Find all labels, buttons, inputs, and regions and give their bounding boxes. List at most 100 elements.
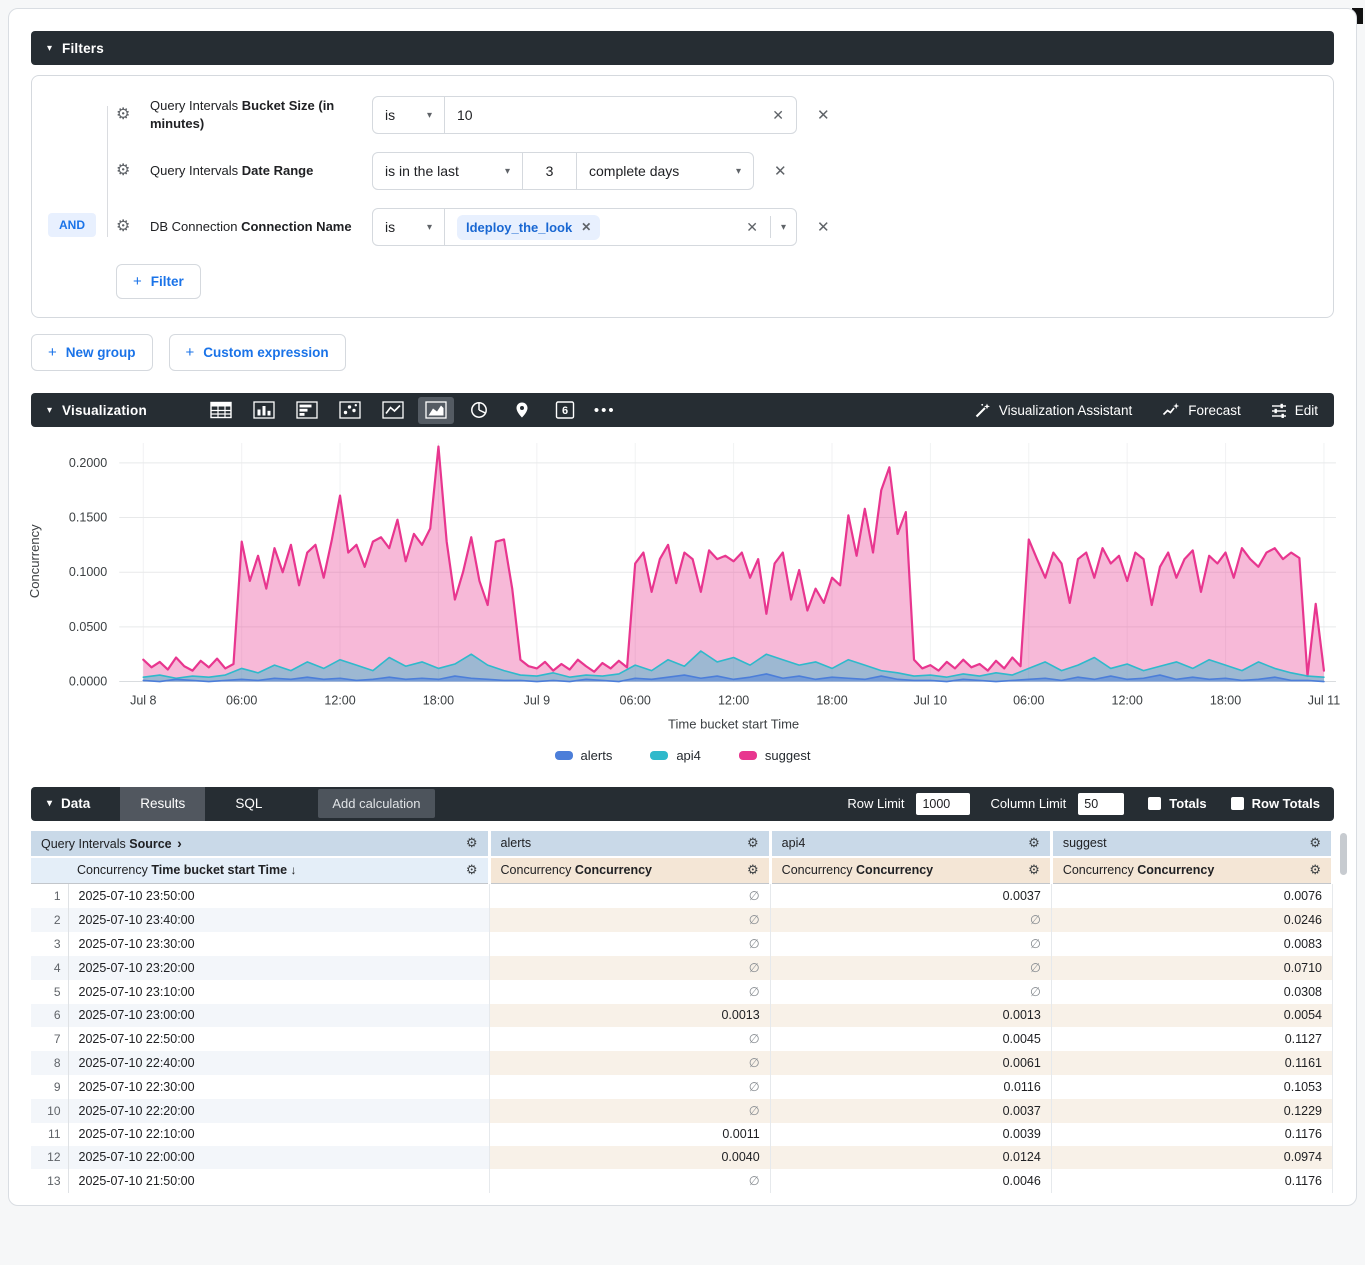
- clear-value-icon[interactable]: ✕: [746, 219, 758, 236]
- add-filter-button[interactable]: + Filter: [116, 264, 201, 299]
- gear-icon[interactable]: ⚙: [1028, 835, 1040, 851]
- concurrency-value-cell[interactable]: 0.1053: [1051, 1075, 1332, 1099]
- pie-chart-icon[interactable]: [461, 397, 497, 424]
- concurrency-value-cell[interactable]: 0.0054: [1051, 1004, 1332, 1027]
- concurrency-value-cell[interactable]: 0.1229: [1051, 1099, 1332, 1123]
- scatter-chart-icon[interactable]: [332, 397, 368, 424]
- concurrency-value-cell[interactable]: 0.0013: [770, 1004, 1051, 1027]
- filter-operator-select[interactable]: is ▾: [373, 209, 445, 245]
- connection-chip[interactable]: ldeploy_the_look ✕: [457, 215, 600, 240]
- concurrency-value-cell[interactable]: 0.0974: [1051, 1146, 1332, 1169]
- measure-group-header-suggest[interactable]: suggest ⚙: [1051, 831, 1332, 857]
- time-bucket-cell[interactable]: 2025-07-10 23:30:00: [68, 932, 489, 956]
- legend-item-suggest[interactable]: suggest: [739, 748, 811, 763]
- concurrency-value-cell[interactable]: ∅: [770, 980, 1051, 1004]
- row-totals-checkbox[interactable]: [1231, 797, 1244, 810]
- time-bucket-cell[interactable]: 2025-07-10 22:00:00: [68, 1146, 489, 1169]
- legend-item-api4[interactable]: api4: [650, 748, 701, 763]
- gear-icon[interactable]: ⚙: [1028, 862, 1040, 878]
- concurrency-value-cell[interactable]: 0.0308: [1051, 980, 1332, 1004]
- time-bucket-cell[interactable]: 2025-07-10 22:20:00: [68, 1099, 489, 1123]
- time-bucket-cell[interactable]: 2025-07-10 22:40:00: [68, 1051, 489, 1075]
- concurrency-value-cell[interactable]: 0.0046: [770, 1169, 1051, 1193]
- legend-item-alerts[interactable]: alerts: [555, 748, 613, 763]
- tab-sql[interactable]: SQL: [215, 787, 282, 821]
- concurrency-value-cell[interactable]: ∅: [489, 883, 770, 908]
- forecast-button[interactable]: Forecast: [1162, 402, 1241, 418]
- table-scrollbar-thumb[interactable]: [1340, 833, 1347, 875]
- interval-count-input[interactable]: [535, 163, 565, 179]
- gear-icon[interactable]: ⚙: [116, 219, 150, 235]
- time-bucket-column-header[interactable]: Concurrency Time bucket start Time ↓ ⚙: [31, 857, 489, 884]
- concurrency-value-cell[interactable]: ∅: [489, 1051, 770, 1075]
- gear-icon[interactable]: ⚙: [466, 862, 478, 878]
- edit-button[interactable]: Edit: [1271, 402, 1318, 418]
- gear-icon[interactable]: ⚙: [1309, 835, 1321, 851]
- concurrency-area-chart[interactable]: 0.00000.05000.10000.15000.2000Jul 806:00…: [21, 431, 1344, 763]
- gear-icon[interactable]: ⚙: [747, 862, 759, 878]
- row-totals-checkbox-group[interactable]: Row Totals: [1231, 796, 1320, 811]
- concurrency-value-cell[interactable]: 0.0076: [1051, 883, 1332, 908]
- row-limit-input[interactable]: [916, 793, 970, 815]
- concurrency-value-cell[interactable]: 0.0083: [1051, 932, 1332, 956]
- single-value-icon[interactable]: 6: [547, 397, 583, 424]
- measure-group-header-alerts[interactable]: alerts ⚙: [489, 831, 770, 857]
- concurrency-value-cell[interactable]: 0.0124: [770, 1146, 1051, 1169]
- table-chart-icon[interactable]: [203, 397, 239, 424]
- dimension-group-header[interactable]: Query Intervals Source › ⚙: [31, 831, 489, 857]
- remove-filter-button[interactable]: ✕: [817, 218, 830, 236]
- gear-icon[interactable]: ⚙: [747, 835, 759, 851]
- concurrency-value-cell[interactable]: 0.0045: [770, 1027, 1051, 1051]
- time-bucket-cell[interactable]: 2025-07-10 23:20:00: [68, 956, 489, 980]
- concurrency-value-cell[interactable]: ∅: [489, 932, 770, 956]
- remove-filter-button[interactable]: ✕: [817, 106, 830, 124]
- alerts-concurrency-column-header[interactable]: Concurrency Concurrency ⚙: [489, 857, 770, 884]
- concurrency-value-cell[interactable]: ∅: [770, 908, 1051, 932]
- remove-filter-button[interactable]: ✕: [774, 162, 787, 180]
- concurrency-value-cell[interactable]: 0.0037: [770, 1099, 1051, 1123]
- interval-unit-select[interactable]: complete days ▾: [577, 153, 753, 189]
- measure-group-header-api4[interactable]: api4 ⚙: [770, 831, 1051, 857]
- new-group-button[interactable]: + New group: [31, 334, 153, 371]
- concurrency-value-cell[interactable]: 0.0039: [770, 1123, 1051, 1146]
- concurrency-value-cell[interactable]: ∅: [770, 932, 1051, 956]
- concurrency-value-cell[interactable]: 0.0246: [1051, 908, 1332, 932]
- chart-canvas[interactable]: 0.00000.05000.10000.15000.2000Jul 806:00…: [21, 431, 1344, 746]
- custom-expression-button[interactable]: + Custom expression: [169, 334, 346, 371]
- concurrency-value-cell[interactable]: 0.0011: [489, 1123, 770, 1146]
- concurrency-value-cell[interactable]: 0.0040: [489, 1146, 770, 1169]
- api4-concurrency-column-header[interactable]: Concurrency Concurrency ⚙: [770, 857, 1051, 884]
- concurrency-value-cell[interactable]: ∅: [489, 1075, 770, 1099]
- concurrency-value-cell[interactable]: 0.1176: [1051, 1123, 1332, 1146]
- concurrency-value-cell[interactable]: 0.1161: [1051, 1051, 1332, 1075]
- concurrency-value-cell[interactable]: 0.0116: [770, 1075, 1051, 1099]
- time-bucket-cell[interactable]: 2025-07-10 22:10:00: [68, 1123, 489, 1146]
- visualization-assistant-button[interactable]: Visualization Assistant: [974, 402, 1132, 419]
- gear-icon[interactable]: ⚙: [116, 163, 150, 179]
- area-chart-icon[interactable]: [418, 397, 454, 424]
- concurrency-value-cell[interactable]: ∅: [489, 908, 770, 932]
- concurrency-value-cell[interactable]: 0.0061: [770, 1051, 1051, 1075]
- chevron-down-icon[interactable]: ▾: [781, 222, 786, 233]
- add-calculation-button[interactable]: Add calculation: [318, 789, 434, 818]
- gear-icon[interactable]: ⚙: [466, 835, 478, 851]
- concurrency-value-cell[interactable]: 0.0710: [1051, 956, 1332, 980]
- time-bucket-cell[interactable]: 2025-07-10 23:00:00: [68, 1004, 489, 1027]
- time-bucket-cell[interactable]: 2025-07-10 23:10:00: [68, 980, 489, 1004]
- concurrency-value-cell[interactable]: ∅: [770, 956, 1051, 980]
- column-chart-icon[interactable]: [246, 397, 282, 424]
- more-viz-types-icon[interactable]: •••: [590, 402, 620, 419]
- filter-operator-select[interactable]: is in the last ▾: [373, 153, 523, 189]
- filter-value-input[interactable]: [457, 107, 762, 123]
- clear-value-icon[interactable]: ✕: [772, 107, 784, 124]
- time-bucket-cell[interactable]: 2025-07-10 23:50:00: [68, 883, 489, 908]
- concurrency-value-cell[interactable]: ∅: [489, 1169, 770, 1193]
- concurrency-value-cell[interactable]: ∅: [489, 1027, 770, 1051]
- collapse-caret-icon[interactable]: ▾: [47, 405, 52, 416]
- gear-icon[interactable]: ⚙: [116, 107, 150, 123]
- chip-remove-icon[interactable]: ✕: [581, 220, 591, 234]
- data-section-toggle[interactable]: ▾ Data: [31, 787, 110, 821]
- collapse-caret-icon[interactable]: ▾: [47, 43, 52, 54]
- tab-results[interactable]: Results: [120, 787, 205, 821]
- time-bucket-cell[interactable]: 2025-07-10 22:50:00: [68, 1027, 489, 1051]
